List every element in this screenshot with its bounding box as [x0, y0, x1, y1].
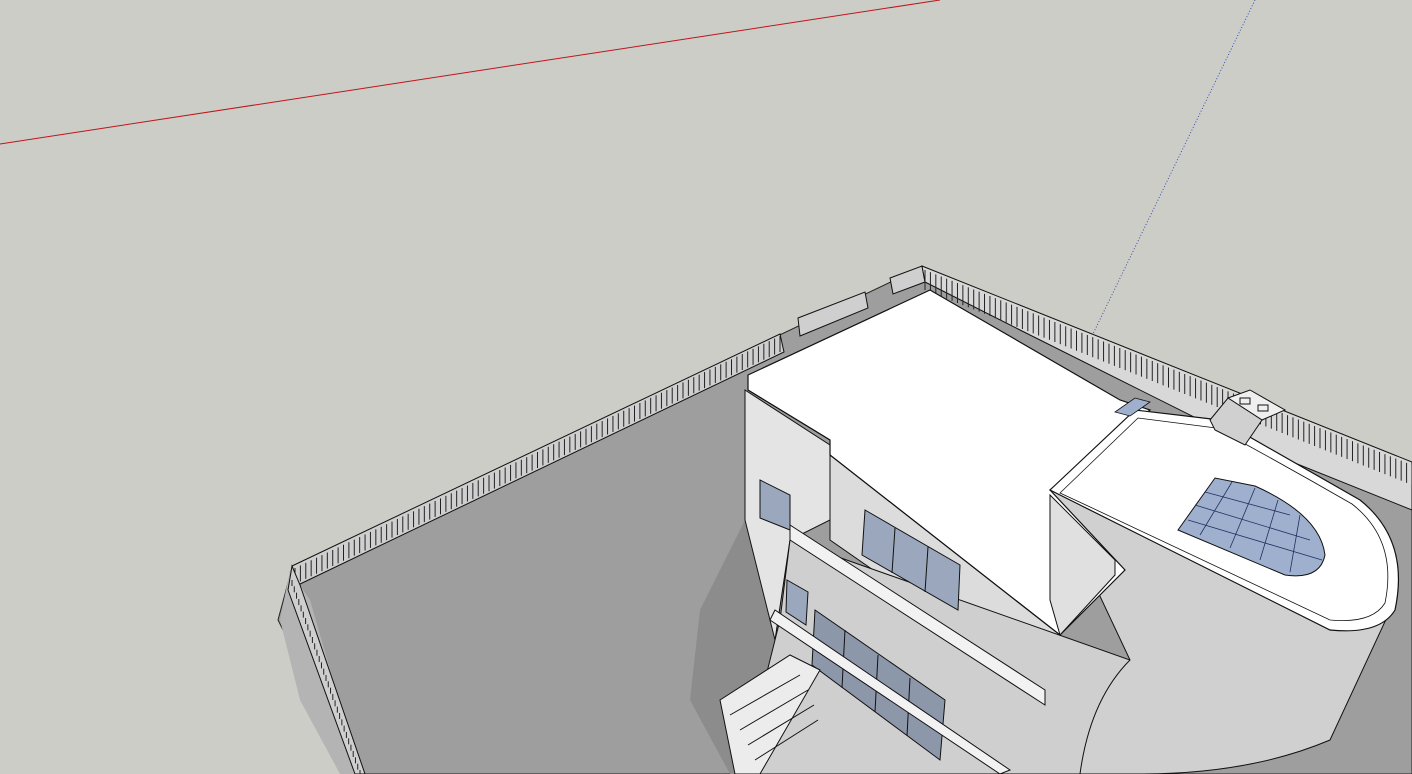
scene-canvas[interactable]	[0, 0, 1412, 774]
blue-axis-line	[1089, 0, 1256, 341]
red-axis-line	[0, 0, 941, 145]
model-viewport[interactable]	[0, 0, 1412, 774]
